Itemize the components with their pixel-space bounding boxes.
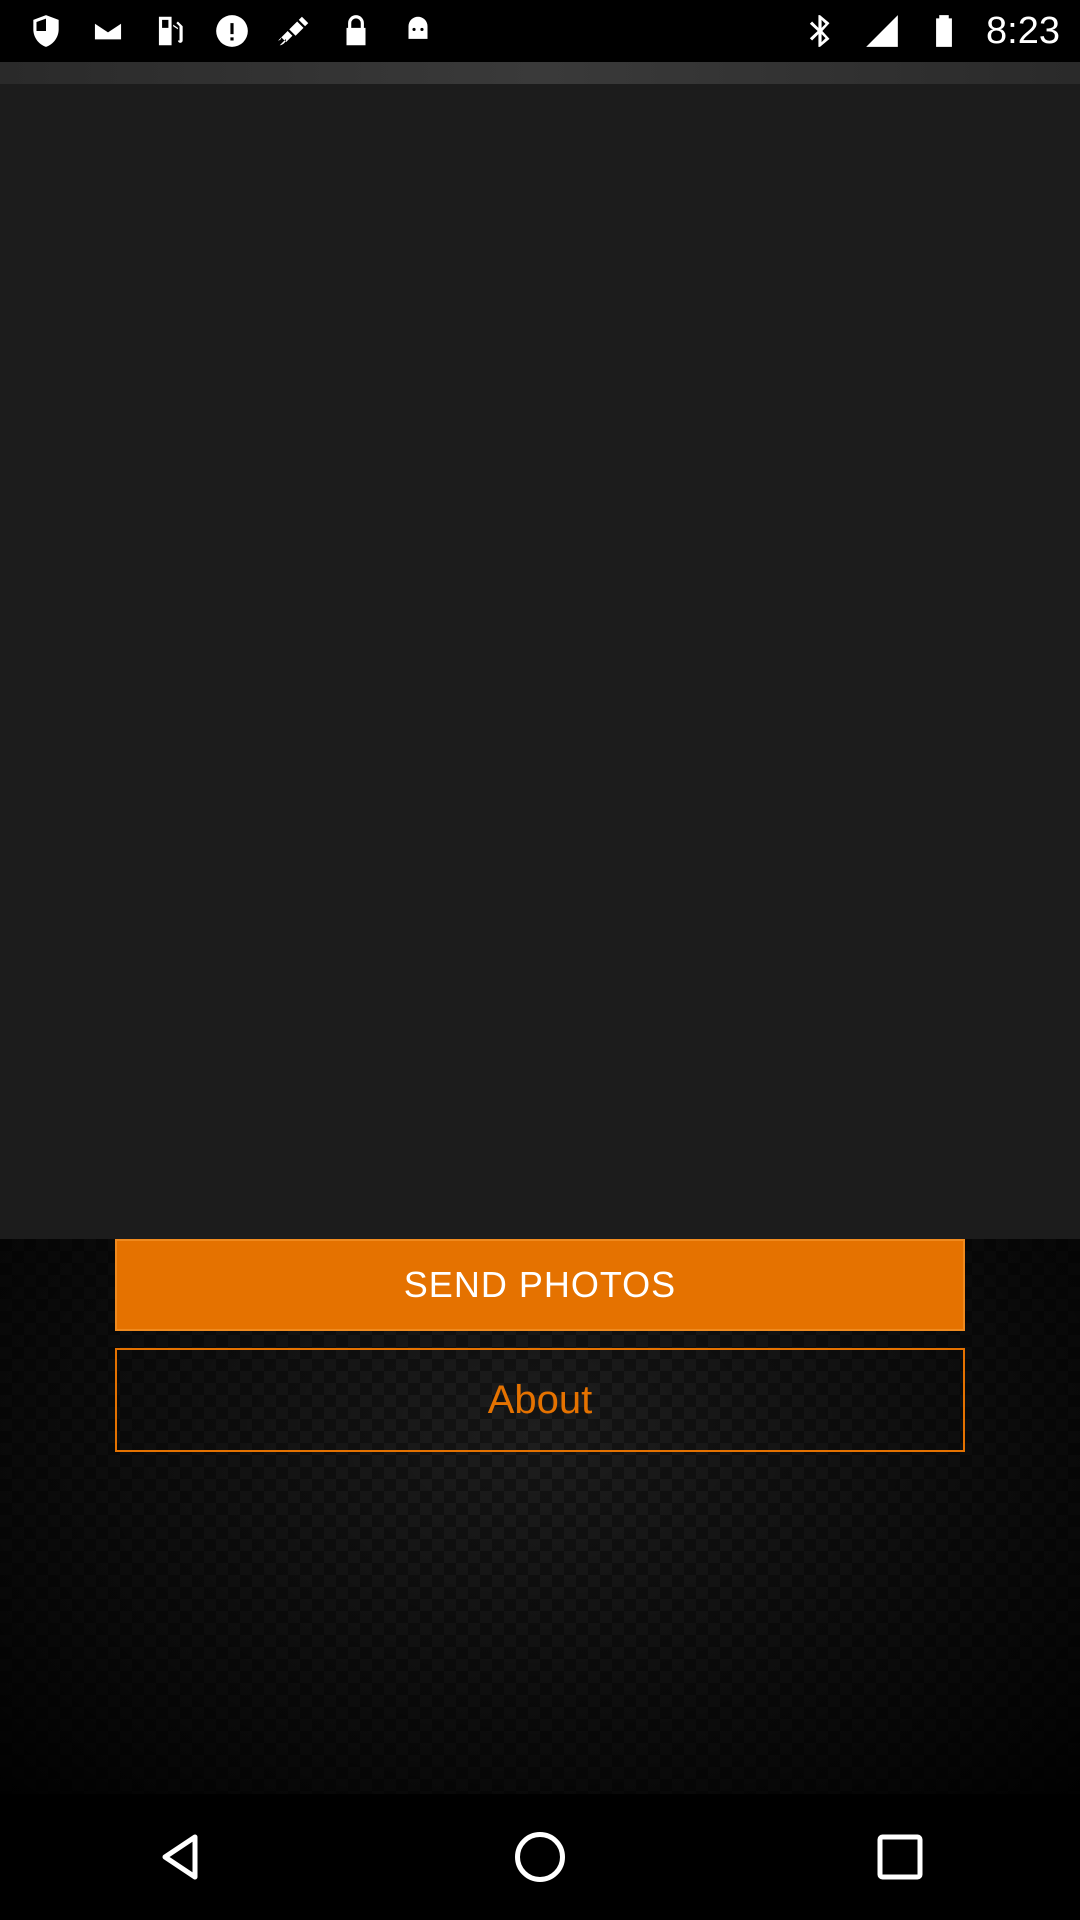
battery-icon <box>924 11 964 51</box>
send-photos-button[interactable]: SEND PHOTOS <box>115 1239 965 1331</box>
status-bar: 8:23 <box>0 0 1080 62</box>
about-button[interactable]: About <box>115 1348 965 1452</box>
android-icon <box>398 11 438 51</box>
alert-icon <box>212 11 252 51</box>
back-button[interactable] <box>125 1802 235 1912</box>
shield-icon <box>26 11 66 51</box>
home-icon <box>515 1832 565 1882</box>
photo-preview-area <box>0 84 1080 1239</box>
top-divider-strip <box>0 62 1080 84</box>
recents-icon <box>877 1834 923 1880</box>
fuel-icon <box>150 11 190 51</box>
clock-time: 8:23 <box>986 9 1060 52</box>
status-left-icons <box>0 11 438 51</box>
navigation-bar <box>0 1794 1080 1920</box>
recents-button[interactable] <box>845 1802 955 1912</box>
bluetooth-icon <box>800 11 840 51</box>
lock-icon <box>336 11 376 51</box>
mail-icon <box>88 11 128 51</box>
back-icon <box>162 1834 198 1880</box>
signal-icon <box>862 11 902 51</box>
home-button[interactable] <box>485 1802 595 1912</box>
fake-gps-icon <box>274 11 314 51</box>
status-right-icons: 8:23 <box>800 0 1060 62</box>
